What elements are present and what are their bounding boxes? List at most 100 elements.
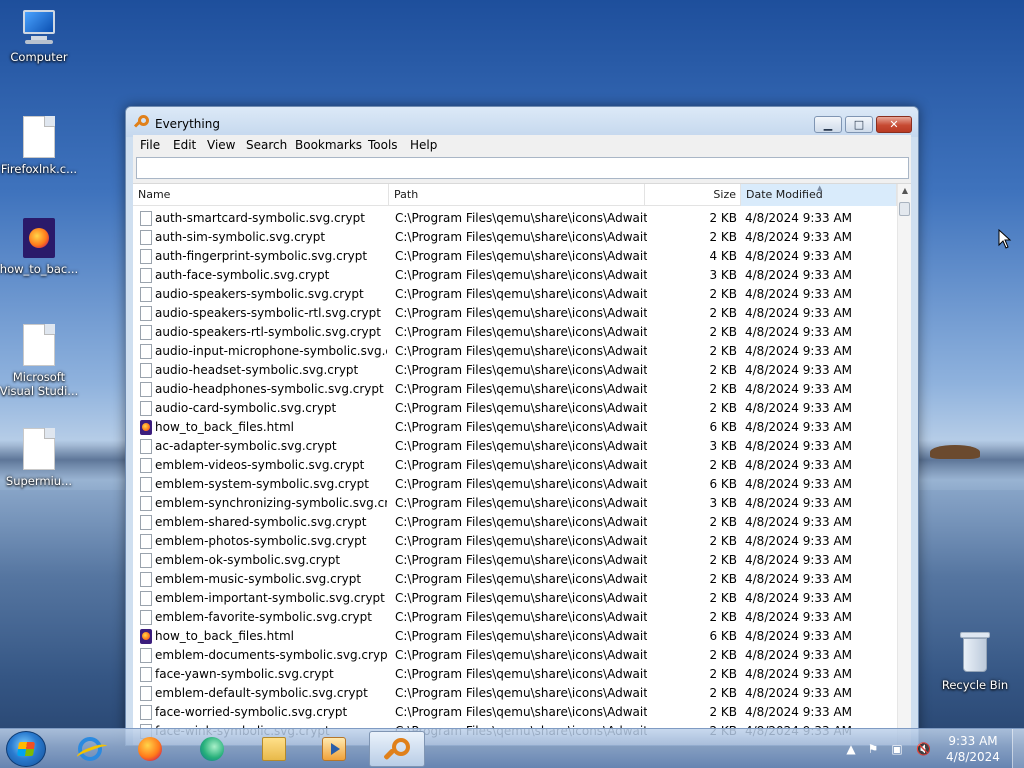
- cell-size: 2 KB: [709, 211, 737, 225]
- table-row[interactable]: emblem-music-symbolic.svg.crypt C:\Progra…: [133, 570, 897, 589]
- cell-size: 3 KB: [709, 439, 737, 453]
- action-center-flag-icon[interactable]: ⚑: [866, 742, 880, 756]
- menu-bookmarks[interactable]: Bookmarks: [295, 138, 362, 152]
- table-row[interactable]: audio-card-symbolic.svg.crypt C:\Program …: [133, 399, 897, 418]
- table-row[interactable]: emblem-synchronizing-symbolic.svg.crypt C…: [133, 494, 897, 513]
- cell-date-modified: 4/8/2024 9:33 AM: [745, 401, 853, 415]
- table-row[interactable]: how_to_back_files.html C:\Program Files\q…: [133, 418, 897, 437]
- results-list[interactable]: Name Path Size Date Modified ▲ auth-smar…: [133, 183, 911, 745]
- table-row[interactable]: auth-sim-symbolic.svg.crypt C:\Program Fi…: [133, 228, 897, 247]
- table-row[interactable]: auth-face-symbolic.svg.crypt C:\Program F…: [133, 266, 897, 285]
- show-desktop-button[interactable]: [1012, 729, 1024, 768]
- taskbar-edge[interactable]: [184, 731, 240, 767]
- table-row[interactable]: audio-headphones-symbolic.svg.crypt C:\Pr…: [133, 380, 897, 399]
- column-header-name[interactable]: Name: [133, 184, 389, 206]
- cell-date-modified: 4/8/2024 9:33 AM: [745, 705, 853, 719]
- cell-path: C:\Program Files\qemu\share\icons\Adwait…: [395, 591, 647, 605]
- table-row[interactable]: emblem-default-symbolic.svg.crypt C:\Prog…: [133, 684, 897, 703]
- table-row[interactable]: audio-speakers-rtl-symbolic.svg.crypt C:\…: [133, 323, 897, 342]
- taskbar-internet-explorer[interactable]: [62, 731, 118, 767]
- table-row[interactable]: audio-input-microphone-symbolic.svg.cr..…: [133, 342, 897, 361]
- desktop-icon-supermium[interactable]: Supermiu...: [0, 428, 79, 488]
- network-icon[interactable]: ▣: [890, 742, 904, 756]
- cell-size: 2 KB: [709, 553, 737, 567]
- table-row[interactable]: face-worried-symbolic.svg.crypt C:\Progra…: [133, 703, 897, 722]
- cell-date-modified: 4/8/2024 9:33 AM: [745, 325, 853, 339]
- desktop-icon-recycle-bin[interactable]: Recycle Bin: [935, 632, 1015, 692]
- minimize-button[interactable]: ▁: [814, 116, 842, 133]
- desktop-icon-firefoxlnk[interactable]: Firefoxlnk.c...: [0, 116, 79, 176]
- cell-name: emblem-photos-symbolic.svg.crypt: [155, 534, 367, 548]
- vertical-scrollbar[interactable]: ▲: [897, 184, 911, 745]
- file-icon: [140, 477, 152, 492]
- everything-magnifier-icon: [133, 115, 151, 131]
- menu-view[interactable]: View: [207, 138, 235, 152]
- cell-size: 6 KB: [709, 420, 737, 434]
- scroll-thumb[interactable]: [899, 202, 910, 216]
- table-row[interactable]: auth-fingerprint-symbolic.svg.crypt C:\Pr…: [133, 247, 897, 266]
- menu-edit[interactable]: Edit: [173, 138, 196, 152]
- search-input[interactable]: [136, 157, 909, 179]
- title-bar[interactable]: Everything ▁ □ ✕: [126, 107, 918, 137]
- close-button[interactable]: ✕: [876, 116, 912, 133]
- taskbar-firefox[interactable]: [122, 731, 178, 767]
- desktop-icon-visual-studio[interactable]: Microsoft Visual Studi...: [0, 324, 79, 398]
- everything-window[interactable]: Everything ▁ □ ✕ File Edit View Search B…: [125, 106, 919, 746]
- table-row[interactable]: face-yawn-symbolic.svg.crypt C:\Program F…: [133, 665, 897, 684]
- table-row[interactable]: audio-speakers-symbolic-rtl.svg.crypt C:\…: [133, 304, 897, 323]
- scroll-up-icon[interactable]: ▲: [898, 186, 911, 200]
- table-row[interactable]: emblem-videos-symbolic.svg.crypt C:\Progr…: [133, 456, 897, 475]
- maximize-icon: □: [853, 118, 865, 131]
- cell-path: C:\Program Files\qemu\share\icons\Adwait…: [395, 572, 647, 586]
- table-row[interactable]: auth-smartcard-symbolic.svg.crypt C:\Prog…: [133, 209, 897, 228]
- cell-path: C:\Program Files\qemu\share\icons\Adwait…: [395, 249, 647, 263]
- table-row[interactable]: emblem-shared-symbolic.svg.crypt C:\Progr…: [133, 513, 897, 532]
- cell-size: 2 KB: [709, 325, 737, 339]
- taskbar-media-player[interactable]: [306, 731, 362, 767]
- table-row[interactable]: audio-headset-symbolic.svg.crypt C:\Progr…: [133, 361, 897, 380]
- desktop-icon-label: how_to_bac...: [0, 262, 79, 276]
- taskbar-everything[interactable]: [369, 731, 425, 767]
- start-button[interactable]: [6, 731, 46, 767]
- cell-date-modified: 4/8/2024 9:33 AM: [745, 610, 853, 624]
- document-icon: [23, 324, 55, 366]
- table-row[interactable]: emblem-documents-symbolic.svg.crypt C:\Pr…: [133, 646, 897, 665]
- menu-help[interactable]: Help: [410, 138, 437, 152]
- menu-tools[interactable]: Tools: [368, 138, 398, 152]
- desktop-icon-computer[interactable]: Computer: [0, 10, 79, 64]
- cell-date-modified: 4/8/2024 9:33 AM: [745, 591, 853, 605]
- table-row[interactable]: emblem-system-symbolic.svg.crypt C:\Progr…: [133, 475, 897, 494]
- table-row[interactable]: emblem-ok-symbolic.svg.crypt C:\Program F…: [133, 551, 897, 570]
- cell-name: audio-speakers-symbolic-rtl.svg.crypt: [155, 306, 381, 320]
- clock[interactable]: 9:33 AM 4/8/2024: [938, 733, 1008, 765]
- cell-date-modified: 4/8/2024 9:33 AM: [745, 458, 853, 472]
- cell-name: audio-speakers-rtl-symbolic.svg.crypt: [155, 325, 381, 339]
- table-row[interactable]: how_to_back_files.html C:\Program Files\q…: [133, 627, 897, 646]
- edge-icon: [200, 737, 224, 761]
- desktop-icon-label: Recycle Bin: [941, 678, 1009, 692]
- cell-path: C:\Program Files\qemu\share\icons\Adwait…: [395, 363, 647, 377]
- cell-path: C:\Program Files\qemu\share\icons\Adwait…: [395, 705, 647, 719]
- cell-size: 2 KB: [709, 572, 737, 586]
- cell-name: auth-sim-symbolic.svg.crypt: [155, 230, 326, 244]
- recycle-bin-icon: [960, 632, 990, 674]
- volume-muted-icon[interactable]: 🔇: [916, 742, 931, 756]
- menu-file[interactable]: File: [140, 138, 160, 152]
- maximize-button[interactable]: □: [845, 116, 873, 133]
- desktop-icon-label: Computer: [10, 50, 68, 64]
- sort-ascending-icon: ▲: [817, 184, 823, 192]
- column-header-path[interactable]: Path: [389, 184, 645, 206]
- table-row[interactable]: emblem-photos-symbolic.svg.crypt C:\Progr…: [133, 532, 897, 551]
- table-row[interactable]: emblem-favorite-symbolic.svg.crypt C:\Pro…: [133, 608, 897, 627]
- menu-search[interactable]: Search: [246, 138, 287, 152]
- cell-size: 2 KB: [709, 344, 737, 358]
- column-header-size[interactable]: Size: [645, 184, 741, 206]
- show-hidden-icons-icon[interactable]: ▲: [844, 742, 858, 756]
- table-row[interactable]: emblem-important-symbolic.svg.crypt C:\Pr…: [133, 589, 897, 608]
- desktop-icon-label: Microsoft Visual Studi...: [0, 370, 79, 398]
- taskbar-file-explorer[interactable]: [246, 731, 302, 767]
- table-row[interactable]: audio-speakers-symbolic.svg.crypt C:\Prog…: [133, 285, 897, 304]
- desktop-icon-how-to-back[interactable]: how_to_bac...: [0, 218, 79, 276]
- firefox-html-icon: [140, 629, 152, 644]
- table-row[interactable]: ac-adapter-symbolic.svg.crypt C:\Program …: [133, 437, 897, 456]
